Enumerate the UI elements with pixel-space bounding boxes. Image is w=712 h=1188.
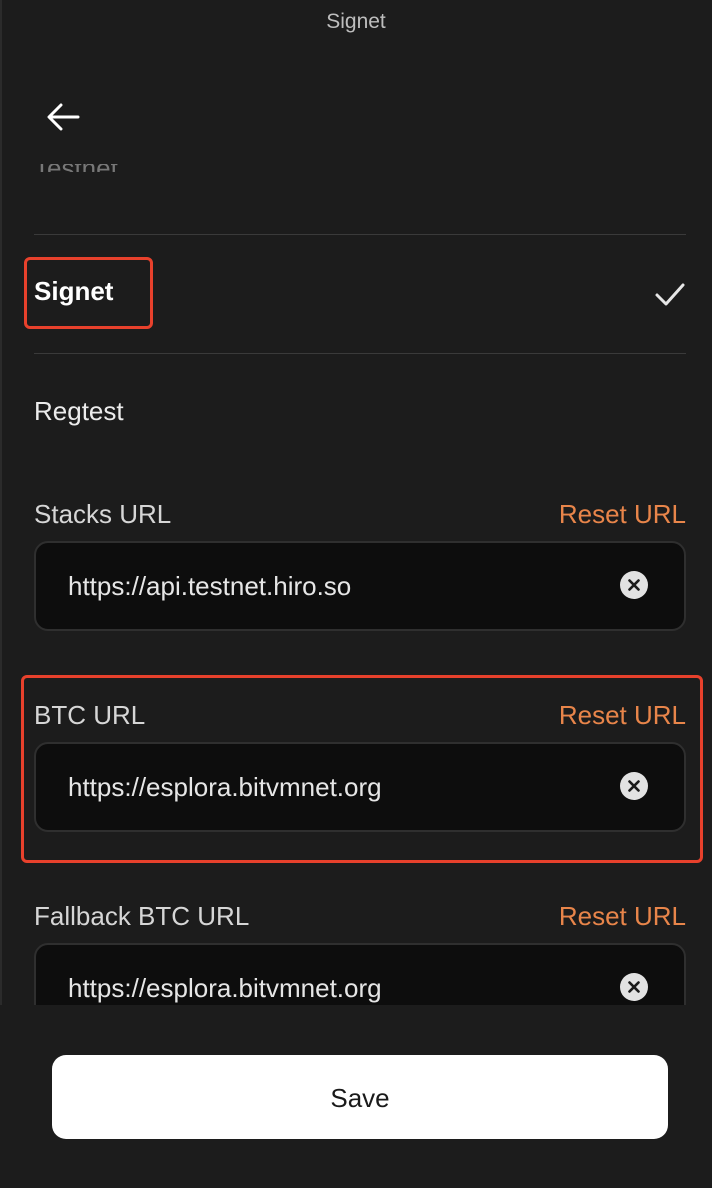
- window-title: Signet: [326, 10, 386, 33]
- btc-url-group: BTC URL Reset URL https://esplora.bitvmn…: [34, 700, 686, 840]
- arrow-left-icon: [47, 103, 80, 131]
- network-item-clipped: Testnet: [34, 164, 118, 172]
- back-button[interactable]: [44, 98, 84, 138]
- close-circle-icon: [628, 780, 640, 792]
- fallback-btc-url-label: Fallback BTC URL: [34, 901, 250, 931]
- btc-url-reset-button[interactable]: Reset URL: [559, 700, 686, 731]
- fallback-btc-url-reset-button[interactable]: Reset URL: [559, 901, 686, 932]
- top-bar: Signet: [0, 0, 712, 44]
- save-button-label: Save: [330, 1083, 390, 1113]
- stacks-url-value: https://api.testnet.hiro.so: [68, 571, 352, 601]
- network-item-label: Regtest: [34, 396, 124, 426]
- fallback-btc-url-group: Fallback BTC URL Reset URL https://esplo…: [34, 901, 686, 1005]
- close-circle-icon: [628, 981, 640, 993]
- stacks-url-reset-button[interactable]: Reset URL: [559, 499, 686, 530]
- fallback-btc-url-value: https://esplora.bitvmnet.org: [68, 973, 382, 1003]
- btc-url-label: BTC URL: [34, 700, 146, 730]
- settings-scroll-area[interactable]: Testnet Signet Regtest Stacks URL Reset …: [0, 160, 712, 1005]
- annotation-highlight-signet: [24, 257, 153, 329]
- btc-url-input[interactable]: https://esplora.bitvmnet.org: [34, 742, 686, 832]
- close-circle-icon: [628, 579, 640, 591]
- network-item-regtest[interactable]: Regtest: [34, 374, 686, 454]
- save-button[interactable]: Save: [52, 1055, 668, 1139]
- check-icon: [655, 283, 685, 306]
- divider: [34, 234, 686, 235]
- stacks-url-group: Stacks URL Reset URL https://api.testnet…: [34, 499, 686, 639]
- stacks-url-label: Stacks URL: [34, 499, 172, 529]
- btc-url-clear-button[interactable]: [620, 772, 648, 800]
- fallback-btc-url-clear-button[interactable]: [620, 973, 648, 1001]
- fallback-btc-url-input[interactable]: https://esplora.bitvmnet.org: [34, 943, 686, 1005]
- footer: Save: [0, 1005, 712, 1188]
- divider: [34, 353, 686, 354]
- stacks-url-input[interactable]: https://api.testnet.hiro.so: [34, 541, 686, 631]
- btc-url-value: https://esplora.bitvmnet.org: [68, 772, 382, 802]
- app-root: Signet Testnet Signet Regtest Stacks URL…: [0, 0, 712, 1188]
- stacks-url-clear-button[interactable]: [620, 571, 648, 599]
